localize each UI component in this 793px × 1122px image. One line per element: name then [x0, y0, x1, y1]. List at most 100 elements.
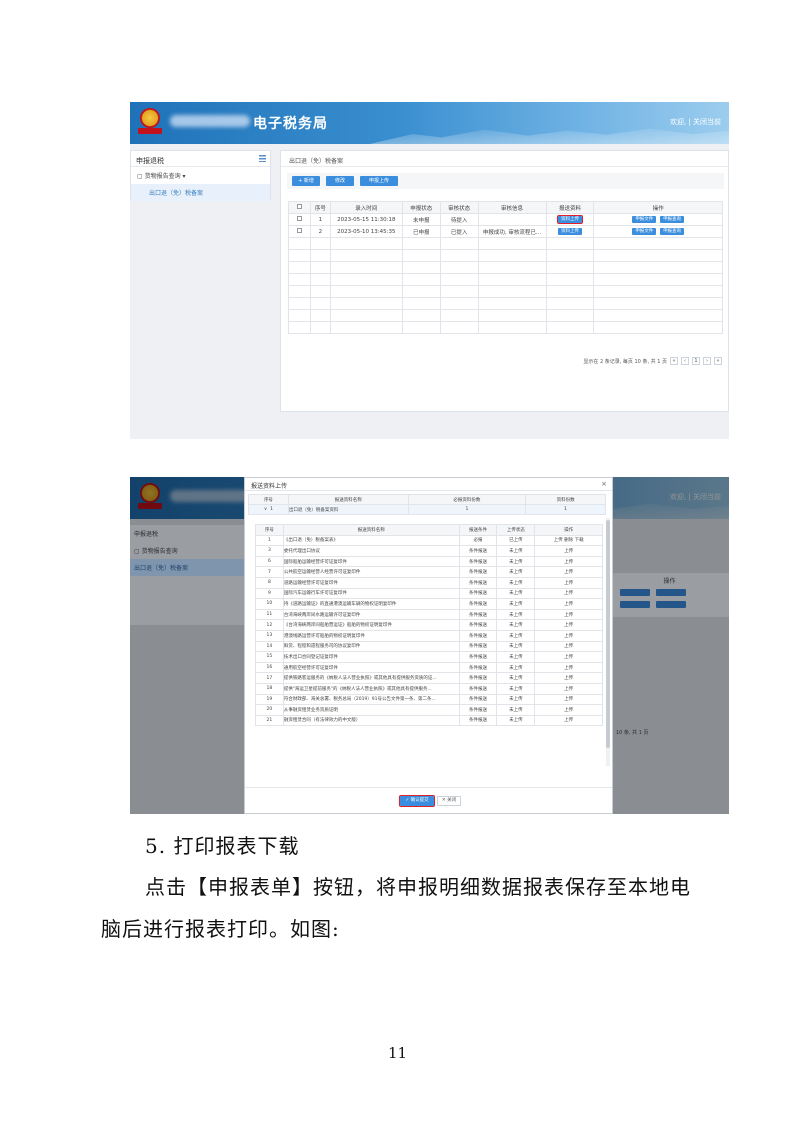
cell-name: 技术出口合同登记证复印件 [282, 651, 460, 663]
table-row[interactable]: 18 提供"海运卫星提前服务"的《纳税人法人营业执照》或其他具有提供服务... 条件… [255, 682, 603, 695]
cell-name: 公共航空运输经营人经营许可证复印件 [282, 566, 460, 578]
cell-ops[interactable]: 上传 [534, 682, 603, 695]
cell-condition: 条件报送 [458, 672, 498, 684]
cell-name: 委托代理出口协议 [282, 545, 460, 557]
table-row[interactable]: 16 通用航空经营许可证复印件 条件报送 未上传 上传 [255, 661, 603, 674]
cell-name: 国际船舶运输经营许可证复印件 [282, 555, 460, 568]
table-row[interactable]: 13 港澳线路运营许可船舶的物权证明复印件 条件报送 未上传 上传 [255, 629, 603, 642]
modify-button[interactable]: 修改 [326, 176, 354, 186]
chevron-down-icon[interactable]: ∨ [264, 507, 267, 512]
table-row[interactable]: 2 2023-05-10 13:45:35 已申报 已提入 申报成功, 审核流程… [288, 225, 723, 238]
prev-page-icon[interactable]: ‹ [681, 357, 689, 365]
cell-ops[interactable]: 上传 删除 下载 [534, 534, 603, 547]
user-links[interactable]: 欢迎, | 关闭当前 [670, 117, 721, 127]
scrollbar[interactable] [606, 518, 610, 766]
table-row[interactable]: 3 委托代理出口协议 条件报送 未上传 上传 [255, 545, 603, 557]
cell-condition: 条件报送 [458, 555, 498, 568]
table-row[interactable]: ∨ 1 出口退（免）税备案资料 1 1 [248, 504, 606, 515]
cell-ops[interactable]: 上传 [534, 598, 603, 610]
cell-ops[interactable]: 上传 [534, 661, 603, 674]
screenshot-material-upload-dialog: 欢迎, | 关闭当前 申报退税 ▢ 货物报告查询 出口退（免）税备案 操作 10… [130, 477, 729, 814]
confirm-submit-button[interactable]: ✓ 确认提交 [399, 795, 435, 807]
cell-ops[interactable]: 上传 [534, 545, 603, 557]
table-row[interactable]: 9 国际汽车运输行车许可证复印件 条件报送 未上传 上传 [255, 587, 603, 600]
table-row[interactable]: 12 《台湾海峡两岸间船舶营运证》船舶的物权证明复印件 条件报送 未上传 上传 [255, 619, 603, 631]
menu-icon[interactable] [259, 155, 266, 162]
table-row[interactable]: 15 技术出口合同登记证复印件 条件报送 未上传 上传 [255, 651, 603, 663]
cell-ops[interactable]: 上传 [534, 619, 603, 631]
table-row[interactable]: 21 融资租赁合同（有法律效力的中文版） 条件报送 未上传 上传 [255, 714, 603, 727]
cell-upload-status: 未上传 [496, 693, 536, 706]
cell-upload-status: 未上传 [496, 598, 536, 610]
cell-upload-status: 未上传 [496, 714, 536, 727]
cell-name: 符合财政部、海关总署、税务总局（2019）91号公告文件第一条、第二条... [282, 693, 460, 706]
col-checkbox[interactable] [288, 201, 311, 214]
empty-row [288, 249, 723, 262]
table-row[interactable]: 8 道路运输经营许可证复印件 条件报送 未上传 上传 [255, 576, 603, 589]
declare-query-button[interactable]: 申报查询 [660, 216, 685, 223]
close-button[interactable]: ✕ 关闭 [437, 796, 461, 806]
sidebar-item-export-filing[interactable]: 出口退（免）税备案 [131, 184, 270, 201]
cell-ops[interactable]: 上传 [534, 704, 603, 716]
cell-ops[interactable]: 上传 [534, 693, 603, 706]
table-row[interactable]: 7 公共航空运输经营人经营许可证复印件 条件报送 未上传 上传 [255, 566, 603, 578]
declare-upload-button[interactable]: 申报上传 [360, 176, 398, 186]
cell-upload-status: 未上传 [496, 629, 536, 642]
cell-ops[interactable]: 上传 [534, 576, 603, 589]
expand-row[interactable]: ∨ 1 [248, 504, 289, 515]
table-row[interactable]: 10 持《道路运输证》的直通港澳运输车辆的物权证明复印件 条件报送 未上传 上传 [255, 598, 603, 610]
table-header-row: 序号 报送资料名称 报送条件 上传状态 操作 [255, 524, 603, 536]
page-number[interactable]: 1 [692, 357, 700, 365]
sidebar: 申报退税 ▢ 货物报告查询 ▾ 出口退（免）税备案 [130, 150, 271, 201]
cell-ops[interactable]: 上传 [534, 566, 603, 578]
sidebar-group[interactable]: ▢ 货物报告查询 ▾ [131, 167, 270, 184]
close-icon[interactable]: × [601, 480, 607, 488]
table-row[interactable]: 17 提供铁路客运服务的《纳税人法人营业执照》或其他具有提供服务资质的证... 条件… [255, 672, 603, 684]
cell-ops[interactable]: 上传 [534, 629, 603, 642]
last-page-icon[interactable]: » [714, 357, 722, 365]
table-row[interactable]: 1 2023-05-15 11:30:18 未申报 待提入 资料上传 申报文件 … [288, 213, 723, 226]
cell-ops[interactable]: 上传 [534, 651, 603, 663]
cell-ops[interactable]: 上传 [534, 672, 603, 684]
row-checkbox[interactable] [288, 225, 311, 238]
cell-ops[interactable]: 上传 [534, 608, 603, 621]
pager-dimmed: 10 条, 共 1 页 [616, 730, 649, 736]
cell-condition: 条件报送 [458, 587, 498, 600]
paragraph-line: 点击【申报表单】按钮，将申报明细数据报表保存至本地电 [145, 875, 691, 899]
cell-name: 从事融资租赁业务资质证明 [282, 704, 460, 716]
first-page-icon[interactable]: « [670, 357, 678, 365]
table-row[interactable]: 14 鲜货、程程和遗程服务司的协议复印件 条件报送 未上传 上传 [255, 640, 603, 653]
table-row[interactable]: 20 从事融资租赁业务资质证明 条件报送 未上传 上传 [255, 704, 603, 716]
table-row[interactable]: 1 《出口退（免）税备案表》 必报 已上传 上传 删除 下载 [255, 534, 603, 547]
material-upload-button[interactable]: 资料上传 [557, 228, 582, 235]
table-row[interactable]: 19 符合财政部、海关总署、税务总局（2019）91号公告文件第一条、第二条...… [255, 693, 603, 706]
cell-upload-status: 未上传 [496, 566, 536, 578]
material-upload-button[interactable]: 资料上传 [556, 215, 583, 224]
cell-condition: 条件报送 [458, 629, 498, 642]
declare-file-button[interactable]: 申报文件 [632, 216, 657, 223]
cell-ops[interactable]: 上传 [534, 714, 603, 727]
table-row[interactable]: 11 台湾海峡两岸间水路运输许可证复印件 条件报送 未上传 上传 [255, 608, 603, 621]
cell-ops[interactable]: 上传 [534, 640, 603, 653]
declare-file-button[interactable]: 申报文件 [632, 228, 657, 235]
cell-time: 2023-05-10 13:45:35 [329, 225, 403, 238]
col-header: 操作 [534, 524, 603, 536]
cell-no: 18 [255, 682, 284, 695]
add-button[interactable]: + 新增 [292, 176, 320, 186]
cell-no: 1 [309, 213, 331, 226]
next-page-icon[interactable]: › [703, 357, 711, 365]
declare-query-button-dimmed [656, 589, 686, 596]
cell-upload-status: 未上传 [496, 555, 536, 568]
cell-name: 通用航空经营许可证复印件 [282, 661, 460, 674]
cell-ops[interactable]: 上传 [534, 587, 603, 600]
breadcrumb[interactable]: 出口退（免）税备案 [281, 151, 728, 167]
cell-no: 9 [255, 587, 284, 600]
table-row[interactable]: 6 国际船舶运输经营许可证复印件 条件报送 未上传 上传 [255, 555, 603, 568]
row-checkbox[interactable] [288, 213, 311, 226]
sidebar-header-label: 申报退税 [136, 157, 164, 165]
col-header: 资料份数 [525, 494, 606, 505]
col-header: 上传状态 [496, 524, 536, 536]
declare-query-button[interactable]: 申报查询 [660, 228, 685, 235]
cell-ops[interactable]: 上传 [534, 555, 603, 568]
main-panel-dimmed: 操作 [610, 573, 729, 617]
